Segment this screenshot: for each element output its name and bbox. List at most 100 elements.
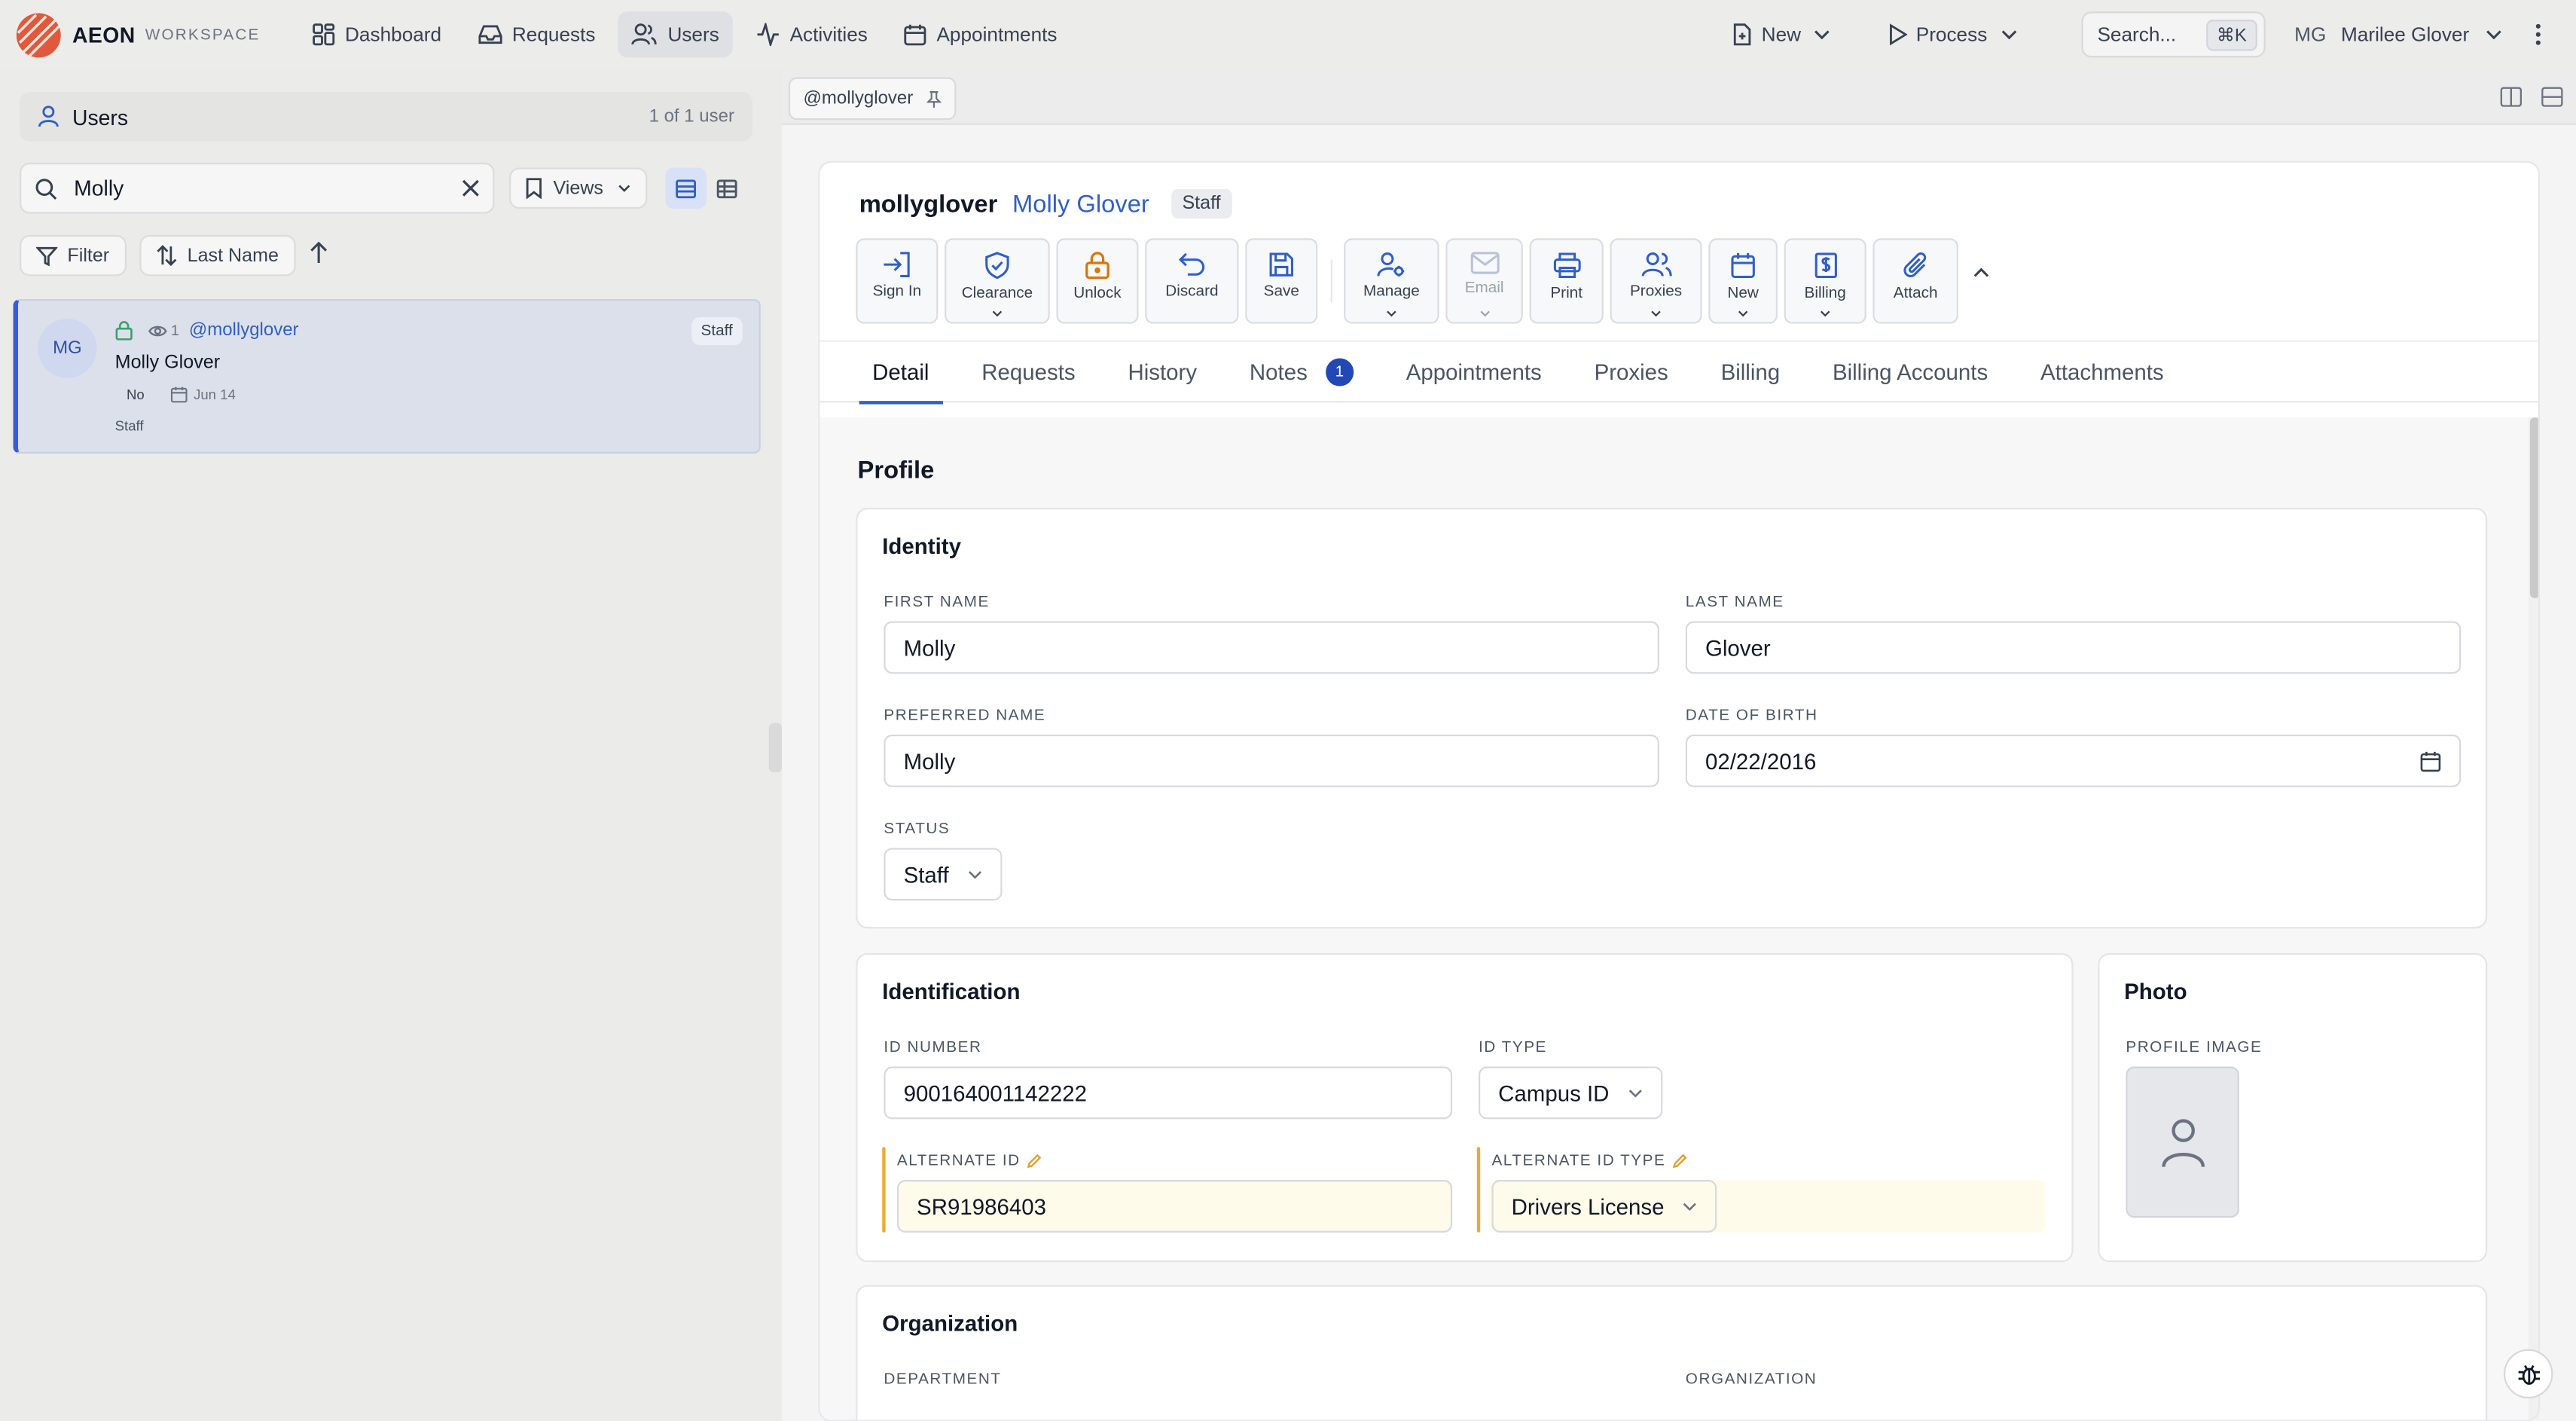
nav-activities[interactable]: Activities (742, 11, 881, 57)
grid-view-button[interactable] (707, 167, 748, 209)
debug-button[interactable] (2503, 1349, 2553, 1399)
alternate-id-value: SR91986403 (917, 1193, 1046, 1219)
clear-search-icon[interactable] (462, 179, 480, 197)
scrollbar-thumb[interactable] (2529, 417, 2538, 598)
nav-appointments[interactable]: Appointments (890, 11, 1070, 57)
id-type-select[interactable]: Campus ID (1478, 1066, 1662, 1120)
last-name-field[interactable]: Glover (1685, 621, 2462, 674)
tab-history[interactable]: History (1115, 340, 1210, 402)
identity-section: Identity FIRST NAME Molly LAST NAME Glov… (856, 507, 2488, 929)
record-full-name[interactable]: Molly Glover (1012, 190, 1149, 218)
global-search[interactable]: Search... ⌘K (2080, 11, 2265, 58)
new-menu-button[interactable]: New (1719, 11, 1852, 57)
panel-resize-handle[interactable] (768, 723, 783, 773)
dashboard-icon (313, 23, 335, 46)
user-handle[interactable]: @mollyglover (189, 320, 299, 340)
id-type-label: ID TYPE (1478, 1038, 1547, 1057)
user-item-meta: 1 @mollyglover (115, 320, 299, 341)
status-label: STATUS (884, 820, 951, 839)
id-number-label: ID NUMBER (884, 1038, 982, 1057)
sort-button[interactable]: Last Name (139, 234, 295, 277)
attach-label: Attach (1893, 284, 1938, 303)
scrollbar[interactable] (2528, 417, 2538, 1420)
pencil-icon (1672, 1154, 1687, 1169)
tab-appointments[interactable]: Appointments (1393, 340, 1555, 402)
tab-detail[interactable]: Detail (859, 340, 942, 405)
user-menu[interactable]: MG Marilee Glover (2294, 23, 2502, 46)
attach-button[interactable]: Attach (1872, 238, 1958, 324)
logo[interactable]: AEON WORKSPACE (16, 12, 279, 57)
views-button[interactable]: Views (509, 167, 648, 209)
user-search-input[interactable]: Molly (20, 162, 495, 214)
nav-requests-label: Requests (511, 23, 596, 47)
chevron-down-icon (2486, 30, 2501, 40)
tab-notes[interactable]: Notes 1 (1236, 340, 1366, 402)
profile-image-placeholder[interactable] (2126, 1066, 2239, 1218)
users-panel-title: Users (72, 104, 129, 130)
billing-label: Billing (1804, 284, 1846, 303)
alternate-id-field[interactable]: SR91986403 (896, 1180, 1453, 1233)
user-flag: No (126, 386, 145, 403)
tab-requests[interactable]: Requests (969, 340, 1088, 402)
id-number-field[interactable]: 900164001142222 (884, 1066, 1453, 1120)
user-detail-panel: @mollyglover mollyglover Molly Glover St… (782, 69, 2576, 1421)
more-menu-button[interactable] (2522, 11, 2563, 57)
process-menu-button[interactable]: Process (1875, 11, 2038, 57)
dob-value: 02/22/2016 (1705, 748, 1817, 774)
first-name-field[interactable]: Molly (884, 621, 1659, 674)
split-horizontal-button[interactable] (2541, 85, 2563, 115)
filter-button[interactable]: Filter (20, 234, 126, 277)
action-toolbar: Sign In Clearance Unlock Discard Save Ma… (856, 238, 1990, 324)
new-appointment-button[interactable]: New (1708, 238, 1778, 324)
clearance-button[interactable]: Clearance (945, 238, 1050, 324)
search-icon (35, 178, 57, 199)
bookmark-icon (526, 178, 542, 199)
status-select[interactable]: Staff (884, 848, 1002, 901)
alternate-id-type-select[interactable]: Drivers License (1491, 1180, 1717, 1233)
alternate-id-label: ALTERNATE ID (896, 1151, 1021, 1170)
discard-button[interactable]: Discard (1145, 238, 1239, 324)
print-label: Print (1550, 284, 1583, 303)
preferred-name-label: PREFERRED NAME (884, 706, 1046, 725)
record-username: mollyglover (859, 189, 998, 218)
organization-title: Organization (882, 1311, 1018, 1337)
proxies-button[interactable]: Proxies (1610, 238, 1702, 324)
calendar-icon[interactable] (2420, 750, 2441, 772)
preferred-name-field[interactable]: Molly (884, 734, 1659, 787)
sign-in-button[interactable]: Sign In (856, 238, 939, 324)
pin-icon[interactable] (926, 90, 942, 108)
tab-attachments[interactable]: Attachments (2028, 340, 2178, 402)
list-view-button[interactable] (665, 167, 707, 209)
tab-proxies[interactable]: Proxies (1581, 340, 1681, 402)
manage-button[interactable]: Manage (1344, 238, 1439, 324)
tab-billing[interactable]: Billing (1708, 340, 1793, 402)
notes-count-badge: 1 (1325, 357, 1354, 386)
tab-billing-accounts[interactable]: Billing Accounts (1820, 340, 2001, 402)
organization-section: Organization DEPARTMENT ORGANIZATION (856, 1285, 2488, 1420)
chevron-down-icon (1683, 1202, 1696, 1211)
id-number-value: 900164001142222 (903, 1080, 1088, 1105)
billing-button[interactable]: Billing (1784, 238, 1866, 324)
new-file-icon (1734, 23, 1751, 46)
sort-label: Last Name (187, 246, 279, 266)
sort-ascending-icon[interactable] (309, 241, 328, 265)
print-button[interactable]: Print (1529, 238, 1604, 324)
profile-image-label: PROFILE IMAGE (2126, 1038, 2263, 1057)
nav-users[interactable]: Users (618, 11, 733, 58)
chevron-up-icon[interactable] (1973, 267, 1990, 278)
nav-requests[interactable]: Requests (465, 11, 609, 57)
tab-notes-label: Notes (1249, 359, 1308, 384)
split-vertical-button[interactable] (2500, 85, 2523, 115)
dob-field[interactable]: 02/22/2016 (1685, 734, 2462, 787)
filter-icon (35, 246, 58, 266)
document-tabs: @mollyglover (782, 69, 2576, 125)
document-tab[interactable]: @mollyglover (788, 77, 956, 121)
user-record-card: mollyglover Molly Glover Staff Sign In C… (818, 160, 2540, 1421)
unlock-button[interactable]: Unlock (1056, 238, 1139, 324)
save-button[interactable]: Save (1245, 238, 1318, 324)
alternate-id-type-label-row: ALTERNATE ID TYPE (1491, 1152, 1687, 1170)
nav-dashboard[interactable]: Dashboard (299, 11, 455, 57)
user-list-item[interactable]: MG 1 @mollyglover Molly Glover No Jun 14… (13, 298, 761, 454)
global-search-label: Search... (2097, 23, 2177, 47)
chevron-down-icon (1651, 310, 1661, 317)
